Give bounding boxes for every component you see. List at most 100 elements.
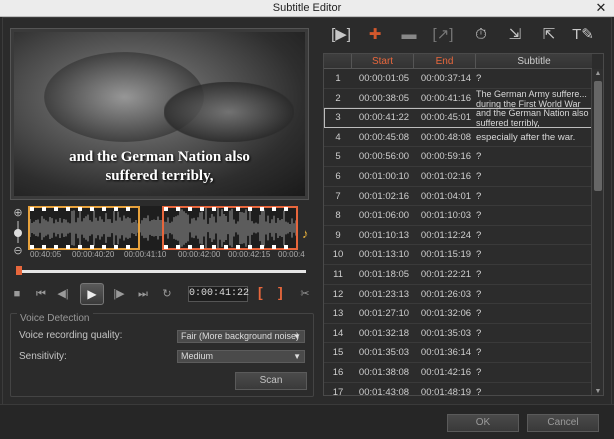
table-row[interactable]: 4 00:00:45:08 00:00:48:08 especially after … [324,128,592,148]
ok-button[interactable]: OK [447,414,519,432]
timecode-display[interactable]: 0:00:41:22 [188,286,249,302]
row-start-time[interactable]: 00:01:35:03 [354,343,414,362]
time-offset-icon[interactable]: ⏱ [470,24,492,46]
audio-waveform[interactable] [28,206,298,250]
table-row[interactable]: 16 00:01:38:08 00:01:42:16? [324,363,592,383]
waveform-zoom-slider[interactable]: ⊕ ⊖ [12,207,26,257]
row-number[interactable]: 17 [324,383,352,395]
scrubber-track[interactable] [16,270,306,273]
play-button[interactable]: ▶ [80,283,104,305]
export-subtitle-icon[interactable]: ⇱ [538,24,560,46]
row-end-time[interactable]: 00:01:32:06 [416,304,476,323]
row-subtitle-text[interactable]: ? [474,69,592,88]
row-subtitle-text[interactable]: The German Army suffere... during the Fi… [474,89,592,108]
row-subtitle-text[interactable]: ? [474,187,592,206]
row-end-time[interactable]: 00:01:12:24 [416,226,476,245]
row-start-time[interactable]: 00:01:38:08 [354,363,414,382]
row-subtitle-text[interactable]: ? [474,343,592,362]
row-number[interactable]: 6 [324,167,352,186]
row-subtitle-text[interactable]: especially after the war. [474,128,592,147]
add-subtitle-icon[interactable]: ✚ [364,24,386,46]
row-number[interactable]: 5 [324,147,352,166]
row-end-time[interactable]: 00:00:41:16 [416,89,476,108]
row-number[interactable]: 16 [324,363,352,382]
row-subtitle-text[interactable]: ? [474,226,592,245]
row-start-time[interactable]: 00:01:10:13 [354,226,414,245]
row-start-time[interactable]: 00:01:23:13 [354,285,414,304]
mark-out-button[interactable]: ] [278,284,283,300]
step-back-icon[interactable]: ◀| [56,287,70,301]
table-row[interactable]: 1 00:00:01:05 00:00:37:14? [324,69,592,89]
row-start-time[interactable]: 00:01:32:18 [354,324,414,343]
table-row[interactable]: 15 00:01:35:03 00:01:36:14? [324,343,592,363]
scroll-thumb[interactable] [594,81,602,191]
table-row[interactable]: 12 00:01:23:13 00:01:26:03? [324,285,592,305]
row-subtitle-text[interactable]: ? [474,304,592,323]
row-subtitle-text[interactable]: ? [474,167,592,186]
row-subtitle-text[interactable]: ? [474,363,592,382]
stop-icon[interactable]: ■ [10,287,24,301]
row-start-time[interactable]: 00:00:41:22 [354,108,414,127]
row-end-time[interactable]: 00:00:45:01 [416,108,476,127]
row-number[interactable]: 15 [324,343,352,362]
row-end-time[interactable]: 00:01:26:03 [416,285,476,304]
row-subtitle-text[interactable]: ? [474,206,592,225]
mark-in-button[interactable]: [ [258,284,263,300]
row-start-time[interactable]: 00:00:56:00 [354,147,414,166]
row-end-time[interactable]: 00:00:37:14 [416,69,476,88]
row-end-time[interactable]: 00:01:36:14 [416,343,476,362]
table-scrollbar[interactable]: ▲ ▼ [591,69,603,395]
row-start-time[interactable]: 00:01:06:00 [354,206,414,225]
row-number[interactable]: 11 [324,265,352,284]
row-number[interactable]: 4 [324,128,352,147]
row-end-time[interactable]: 00:01:35:03 [416,324,476,343]
go-to-start-icon[interactable]: ⏮ [34,287,48,301]
row-start-time[interactable]: 00:01:13:10 [354,245,414,264]
row-start-time[interactable]: 00:00:45:08 [354,128,414,147]
scroll-down-icon[interactable]: ▼ [594,388,602,395]
row-subtitle-text[interactable]: ? [474,147,592,166]
row-end-time[interactable]: 00:01:48:19 [416,383,476,395]
row-end-time[interactable]: 00:01:02:16 [416,167,476,186]
row-number[interactable]: 14 [324,324,352,343]
timeline-scrubber[interactable] [16,266,308,276]
row-start-time[interactable]: 00:01:43:08 [354,383,414,395]
row-number[interactable]: 1 [324,69,352,88]
playhead[interactable] [16,266,22,275]
go-to-end-icon[interactable]: ⏭ [136,287,150,301]
table-row[interactable]: 9 00:01:10:13 00:01:12:24? [324,226,592,246]
row-end-time[interactable]: 00:01:10:03 [416,206,476,225]
table-row[interactable]: 2 00:00:38:05 00:00:41:16 The German Army s… [324,89,592,109]
row-subtitle-text[interactable]: ? [474,383,592,395]
row-end-time[interactable]: 00:01:04:01 [416,187,476,206]
row-start-time[interactable]: 00:01:18:05 [354,265,414,284]
row-start-time[interactable]: 00:00:38:05 [354,89,414,108]
table-row[interactable]: 17 00:01:43:08 00:01:48:19? [324,383,592,395]
play-subtitle-icon[interactable]: [▶] [330,24,352,46]
row-start-time[interactable]: 00:01:02:16 [354,187,414,206]
row-subtitle-text[interactable]: ? [474,265,592,284]
table-row[interactable]: 13 00:01:27:10 00:01:32:06? [324,304,592,324]
row-subtitle-text[interactable]: ? [474,245,592,264]
zoom-in-icon[interactable]: ⊕ [12,207,24,219]
subtitle-table[interactable]: Start End Subtitle 1 00:00:01:05 00:00:37:… [323,53,604,396]
merge-subtitle-icon[interactable]: [↗] [432,24,454,46]
row-end-time[interactable]: 00:01:42:16 [416,363,476,382]
table-row[interactable]: 3 00:00:41:22 00:00:45:01 and the German Na… [324,108,592,128]
row-end-time[interactable]: 00:00:59:16 [416,147,476,166]
table-row[interactable]: 6 00:01:00:10 00:01:02:16? [324,167,592,187]
row-end-time[interactable]: 00:01:15:19 [416,245,476,264]
split-icon[interactable]: ✂ [298,287,312,301]
table-row[interactable]: 7 00:01:02:16 00:01:04:01? [324,187,592,207]
text-options-icon[interactable]: T✎ [572,24,594,46]
row-start-time[interactable]: 00:01:27:10 [354,304,414,323]
zoom-out-icon[interactable]: ⊖ [12,245,24,257]
cancel-button[interactable]: Cancel [527,414,599,432]
header-subtitle[interactable]: Subtitle [476,54,592,69]
row-subtitle-text[interactable]: ? [474,285,592,304]
table-row[interactable]: 14 00:01:32:18 00:01:35:03? [324,324,592,344]
row-end-time[interactable]: 00:00:48:08 [416,128,476,147]
audio-note-icon[interactable]: ♪ [302,226,309,241]
header-end[interactable]: End [414,54,476,69]
scan-button[interactable]: Scan [235,372,307,390]
